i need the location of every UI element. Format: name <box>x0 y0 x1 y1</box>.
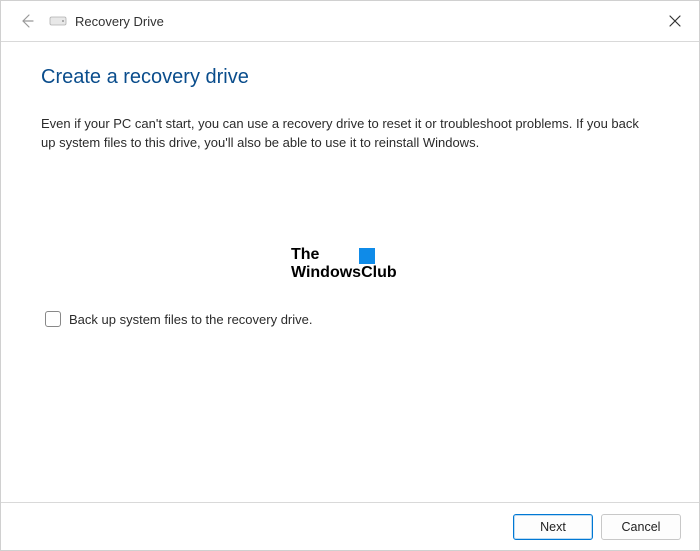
recovery-drive-icon <box>49 14 67 28</box>
watermark-line2: WindowsClub <box>291 264 397 281</box>
watermark-line1: The <box>291 246 319 263</box>
page-heading: Create a recovery drive <box>41 66 659 89</box>
content-area: Create a recovery drive Even if your PC … <box>1 42 699 153</box>
window-title: Recovery Drive <box>75 14 164 29</box>
page-description: Even if your PC can't start, you can use… <box>41 115 641 153</box>
backup-checkbox-label: Back up system files to the recovery dri… <box>69 312 312 327</box>
backup-checkbox-row: Back up system files to the recovery dri… <box>45 311 312 327</box>
cancel-button[interactable]: Cancel <box>601 514 681 540</box>
watermark-text: The WindowsClub <box>291 246 397 281</box>
footer-bar: Next Cancel <box>1 502 699 550</box>
backup-checkbox[interactable] <box>45 311 61 327</box>
next-button[interactable]: Next <box>513 514 593 540</box>
back-arrow-icon[interactable] <box>15 9 39 33</box>
titlebar: Recovery Drive <box>1 1 699 41</box>
close-button[interactable] <box>665 11 685 31</box>
